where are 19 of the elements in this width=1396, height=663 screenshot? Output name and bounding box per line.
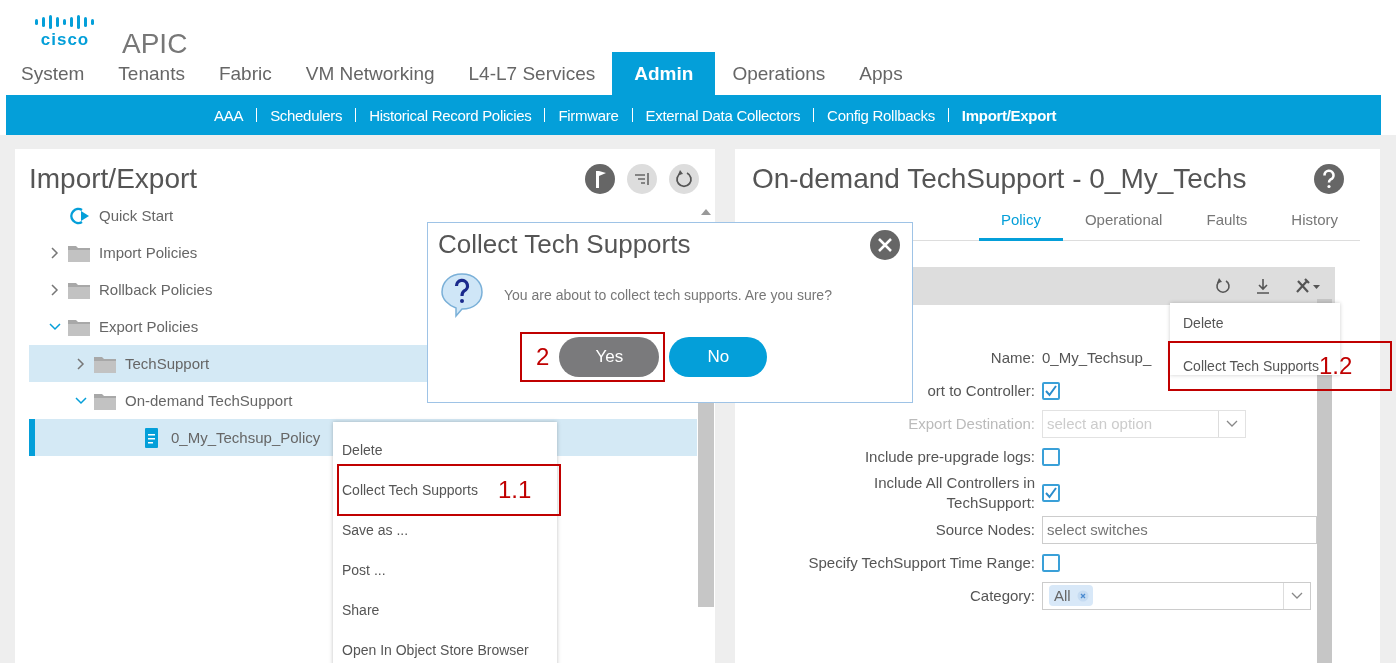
tag-chip: All xyxy=(1049,585,1093,606)
field-label: ort to Controller: xyxy=(926,380,1035,401)
step-label: 1.2 xyxy=(1318,352,1353,380)
dialog-title: Collect Tech Supports xyxy=(438,229,691,260)
field-label: Include pre-upgrade logs: xyxy=(863,446,1035,467)
panel-title: On-demand TechSupport - 0_My_Techs xyxy=(752,163,1247,195)
dialog-message: You are about to collect tech supports. Are you sure? xyxy=(504,287,832,303)
panel-title: Import/Export xyxy=(29,163,198,195)
step-label: 1.1 xyxy=(497,476,532,504)
field-label: Specify TechSupport Time Range: xyxy=(807,552,1035,573)
field-label: Include All Controllers in TechSupport: xyxy=(873,473,1035,513)
step-label: 2 xyxy=(536,343,550,371)
field-label: Export Destination: xyxy=(907,413,1035,434)
field-label: Source Nodes: xyxy=(934,519,1035,540)
logo: cisco xyxy=(34,13,96,48)
field-label: Category: xyxy=(968,585,1035,606)
product-name: APIC xyxy=(122,30,188,58)
field-label: Name: xyxy=(989,347,1035,368)
field-value: 0_My_Techsup_ xyxy=(1042,349,1152,366)
